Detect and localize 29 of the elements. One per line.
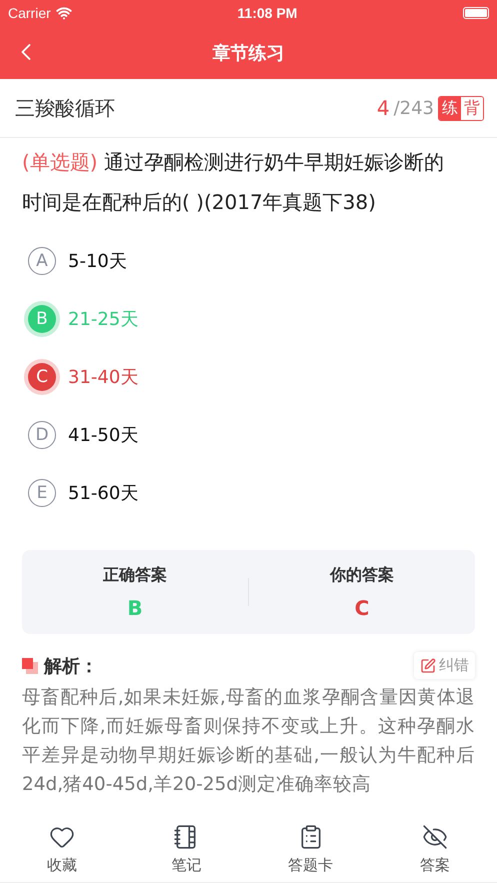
correct-answer-value: B [127, 596, 143, 620]
analysis-marker-icon [22, 658, 38, 674]
battery-icon [463, 7, 489, 19]
option-text[interactable]: 31-40天 [68, 365, 138, 389]
mode-tab[interactable]: 练 [439, 96, 461, 120]
option-letter[interactable]: C [28, 363, 56, 391]
your-answer-label: 你的答案 [330, 564, 394, 586]
wifi-icon [56, 5, 72, 21]
question-total: /243 [394, 98, 434, 118]
edit-icon [420, 658, 436, 674]
carrier-label: Carrier [8, 5, 51, 21]
analysis-text: 母畜配种后,如果未妊娠,母畜的血浆孕酮含量因黄体退化而下降,而妊娠母畜则保持不变或上升。这种孕酮水平差异是动物早期妊娠诊断的基础,一般认为牛配种后24d,猪40-45d,羊20-25d测定准确率较高 [21, 686, 476, 797]
analysis-title: 解析： [44, 654, 98, 678]
option-letter[interactable]: D [28, 421, 56, 449]
mode-tab[interactable]: 背 [461, 96, 483, 120]
correct-answer-label: 正确答案 [103, 564, 167, 586]
option-text[interactable]: 51-60天 [68, 481, 138, 505]
eye-off-icon [422, 824, 448, 850]
status-time: 11:08 PM [237, 5, 298, 21]
option-letter[interactable]: E [28, 479, 56, 507]
question-text: (单选题) 通过孕酮检测进行奶牛早期妊娠诊断的时间是在配种后的( )(2017年真题下38) [21, 149, 445, 216]
report-error-button[interactable]: 纠错 [414, 652, 475, 679]
your-answer-value: C [354, 596, 370, 620]
option-letter[interactable]: A [28, 247, 56, 275]
option-text[interactable]: 5-10天 [68, 249, 127, 273]
option-text[interactable]: 41-50天 [68, 423, 138, 447]
chapter-title: 三羧酸循环 [15, 94, 115, 122]
page-title: 章节练习 [212, 42, 284, 64]
question-index: 4 [376, 96, 390, 120]
